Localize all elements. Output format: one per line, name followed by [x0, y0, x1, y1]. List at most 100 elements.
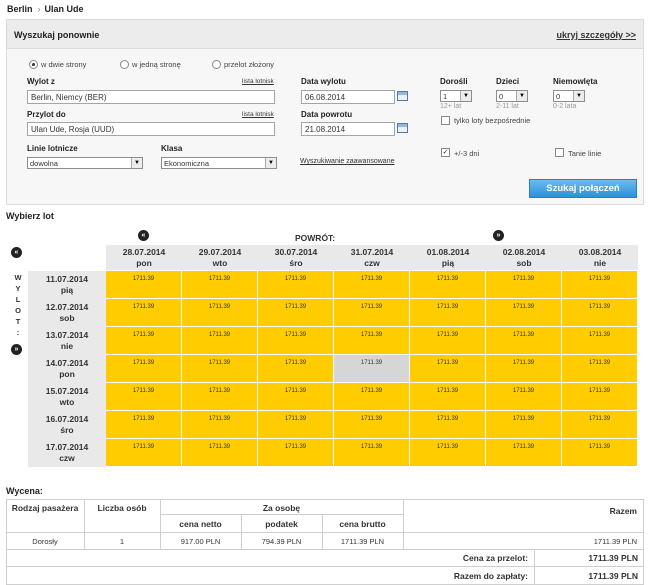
search-flights-button[interactable]: Szukaj połączeń [529, 179, 637, 198]
price-cell[interactable]: 1711.39 [486, 383, 562, 411]
calendar-icon[interactable] [397, 91, 408, 101]
from-airport-list-link[interactable]: lista lotnisk [242, 78, 274, 85]
price-cell[interactable]: 1711.39 [562, 271, 638, 299]
price-cell[interactable]: 1711.39 [410, 383, 486, 411]
price-cell[interactable]: 1711.39 [486, 271, 562, 299]
price-cell[interactable]: 1711.39 [334, 327, 410, 355]
price-cell[interactable]: 1711.39 [486, 327, 562, 355]
search-panel: Wyszukaj ponownie ukryj szczegóły >> w d… [6, 19, 644, 205]
airline-select[interactable]: dowolna ▼ [27, 157, 143, 169]
next-depart-dates-icon[interactable]: » [11, 344, 22, 355]
price-cell[interactable]: 1711.39 [106, 439, 182, 467]
advanced-search-link[interactable]: Wyszukiwanie zaawansowane [300, 158, 394, 165]
price-cell[interactable]: 1711.39 [410, 299, 486, 327]
next-return-dates-icon[interactable]: » [493, 230, 504, 241]
trip-type-round[interactable]: w dwie strony [29, 60, 86, 70]
prev-depart-dates-icon[interactable]: « [11, 247, 22, 258]
price-cell[interactable]: 1711.39 [334, 271, 410, 299]
price-cell[interactable]: 1711.39 [258, 411, 334, 439]
hide-details-link[interactable]: ukryj szczegóły >> [556, 30, 636, 40]
price-cell[interactable]: 1711.39 [106, 327, 182, 355]
depart-date: 11.07.2014 [45, 274, 89, 284]
price-cell[interactable]: 1711.39 [258, 439, 334, 467]
trip-type-oneway[interactable]: w jedną stronę [120, 60, 181, 70]
depart-date-row-header: 14.07.2014 pon [28, 355, 106, 383]
price-cell[interactable]: 1711.39 [258, 327, 334, 355]
route-to: Ulan Ude [44, 4, 84, 14]
price-cell[interactable]: 1711.39 [562, 299, 638, 327]
return-date: 02.08.2014 [502, 247, 546, 257]
calendar-icon[interactable] [397, 123, 408, 133]
depart-date-row-header: 12.07.2014 sob [28, 299, 106, 327]
price-cell[interactable]: 1711.39 [334, 439, 410, 467]
price-cell[interactable]: 1711.39 [562, 355, 638, 383]
count-cell: 1 [119, 537, 125, 546]
return-date-header-row: 28.07.2014 pon 29.07.2014 wto 30.07.2014 śro 3… [106, 245, 638, 270]
price-cell[interactable]: 1711.39 [182, 411, 258, 439]
price-cell[interactable]: 1711.39 [106, 355, 182, 383]
to-label: Przylot do [27, 110, 66, 119]
depart-day: pon [59, 369, 75, 379]
children-label: Dzieci [496, 77, 520, 86]
infants-select[interactable]: 0 ▼ [553, 90, 585, 102]
radio-multi-city[interactable] [212, 60, 221, 70]
price-cell[interactable]: 1711.39 [562, 327, 638, 355]
depart-date-input[interactable]: 06.08.2014 [301, 90, 395, 104]
return-date-column-header: 31.07.2014 czw [334, 245, 410, 270]
return-date: 30.07.2014 [274, 247, 318, 257]
price-cell[interactable]: 1711.39 [182, 299, 258, 327]
price-cell[interactable]: 1711.39 [182, 439, 258, 467]
price-cell[interactable]: 1711.39 [562, 439, 638, 467]
price-cell[interactable]: 1711.39 [486, 439, 562, 467]
price-cell[interactable]: 1711.39 [486, 299, 562, 327]
price-cell[interactable]: 1711.39 [334, 383, 410, 411]
direct-only-label: tylko loty bezpośrednie [454, 116, 531, 125]
price-cell[interactable]: 1711.39 [182, 327, 258, 355]
price-cell[interactable]: 1711.39 [410, 439, 486, 467]
price-cell[interactable]: 1711.39 [106, 383, 182, 411]
price-cell[interactable]: 1711.39 [182, 383, 258, 411]
price-cell[interactable]: 1711.39 [410, 271, 486, 299]
class-select[interactable]: Ekonomiczna ▼ [161, 157, 277, 169]
return-date-column-header: 01.08.2014 pią [410, 245, 486, 270]
price-cell[interactable]: 1711.39 [258, 299, 334, 327]
depart-date: 16.07.2014 [45, 414, 89, 424]
price-cell[interactable]: 1711.39 [562, 383, 638, 411]
radio-round-trip[interactable] [29, 60, 38, 70]
return-date-column-header: 29.07.2014 wto [182, 245, 258, 270]
price-cell[interactable]: 1711.39 [106, 411, 182, 439]
price-cell[interactable]: 1711.39 [334, 411, 410, 439]
price-cell[interactable]: 1711.39 [258, 383, 334, 411]
price-cell[interactable]: 1711.39 [410, 355, 486, 383]
route-from: Berlin [7, 4, 33, 14]
price-cell[interactable]: 1711.39 [258, 355, 334, 383]
price-cell[interactable]: 1711.39 [410, 327, 486, 355]
price-cell[interactable]: 1711.39 [182, 355, 258, 383]
price-cell[interactable]: 1711.39 [410, 411, 486, 439]
price-cell[interactable]: 1711.39 [486, 411, 562, 439]
to-pay-value: 1711.39 PLN [588, 571, 638, 581]
from-input[interactable]: Berlin, Niemcy (BER) [27, 90, 275, 104]
price-cell[interactable]: 1711.39 [562, 411, 638, 439]
price-cell[interactable]: 1711.39 [486, 355, 562, 383]
return-date-input[interactable]: 21.08.2014 [301, 122, 395, 136]
price-cell[interactable]: 1711.39 [258, 271, 334, 299]
children-select[interactable]: 0 ▼ [496, 90, 528, 102]
price-cell[interactable]: 1711.39 [182, 271, 258, 299]
radio-one-way[interactable] [120, 60, 129, 70]
chevron-down-icon: ▼ [265, 158, 276, 168]
price-cell[interactable]: 1711.39 [106, 299, 182, 327]
to-input[interactable]: Ulan Ude, Rosja (UUD) [27, 122, 275, 136]
cheap-lines-checkbox[interactable] [555, 148, 564, 157]
adults-select[interactable]: 1 ▼ [440, 90, 472, 102]
prev-return-dates-icon[interactable]: « [138, 230, 149, 241]
adults-hint: 12+ lat [440, 103, 462, 110]
price-cell[interactable]: 1711.39 [106, 271, 182, 299]
plusminus-days-checkbox[interactable]: ✓ [441, 148, 450, 157]
price-cell[interactable]: 1711.39 [334, 299, 410, 327]
trip-type-multi[interactable]: przelot złożony [212, 60, 274, 70]
to-airport-list-link[interactable]: lista lotnisk [242, 111, 274, 118]
price-cell[interactable]: 1711.39 [334, 355, 410, 383]
search-title: Wyszukaj ponownie [14, 30, 100, 40]
direct-only-checkbox[interactable] [441, 116, 450, 125]
